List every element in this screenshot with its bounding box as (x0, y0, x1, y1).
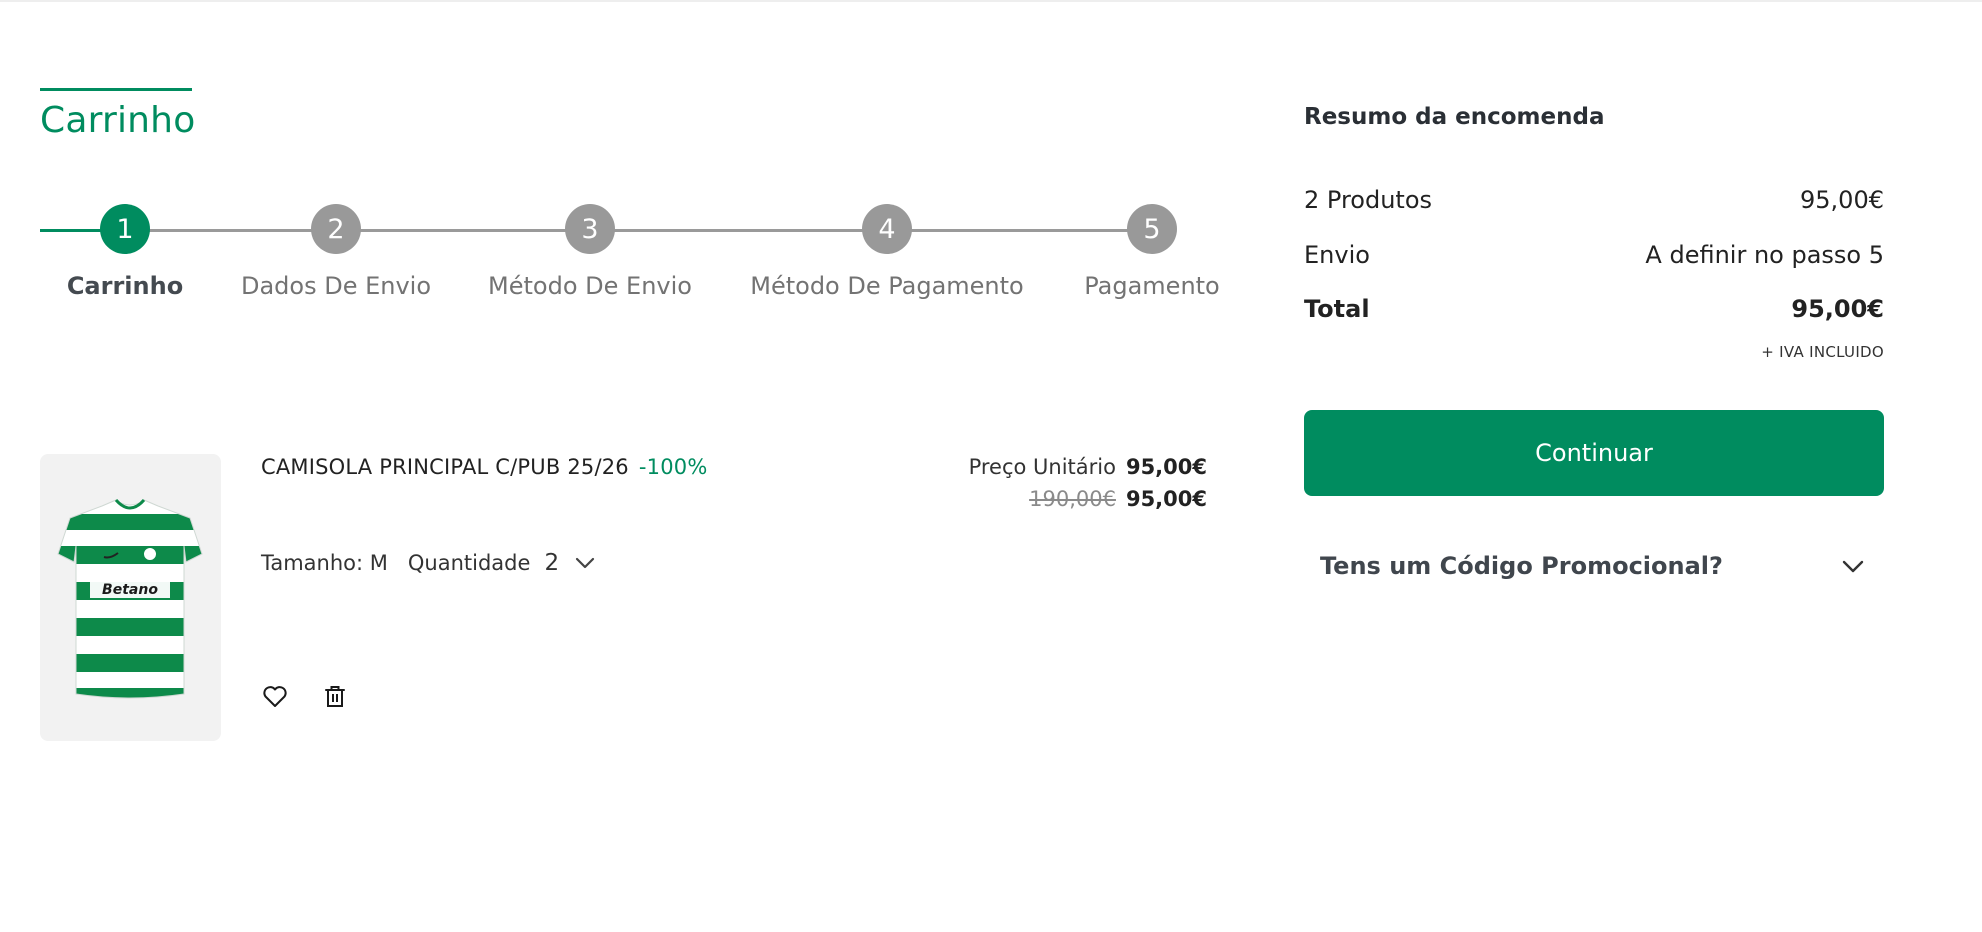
shipping-label: Envio (1304, 241, 1370, 269)
total-value: 95,00€ (1791, 295, 1884, 323)
promo-code-toggle[interactable]: Tens um Código Promocional? (1304, 538, 1884, 594)
summary-total-row: Total 95,00€ (1304, 295, 1884, 323)
top-divider (0, 0, 1982, 2)
summary-products-row: 2 Produtos 95,00€ (1304, 186, 1884, 214)
step-label: Carrinho (66, 272, 184, 300)
product-title: CAMISOLA PRINCIPAL C/PUB 25/26 (261, 455, 629, 479)
tax-note: + IVA INCLUIDO (1761, 343, 1884, 361)
size-label: Tamanho: M (261, 551, 388, 575)
step-label: Método De Pagamento (750, 272, 1024, 300)
products-subtotal: 95,00€ (1800, 186, 1884, 214)
continue-button[interactable]: Continuar (1304, 410, 1884, 496)
products-count-label: 2 Produtos (1304, 186, 1433, 214)
summary-shipping-row: Envio A definir no passo 5 (1304, 241, 1884, 269)
step-label: Pagamento (1084, 272, 1220, 300)
quantity-value[interactable]: 2 (544, 550, 559, 576)
unit-price-label: Preço Unitário (968, 455, 1116, 479)
jersey-sponsor-text: Betano (102, 582, 158, 598)
unit-price: Preço Unitário 95,00€ (969, 455, 1207, 479)
step-number: 3 (565, 204, 615, 254)
product-image[interactable]: Betano (40, 454, 221, 741)
stepper-line (125, 229, 1138, 232)
heart-icon[interactable] (261, 682, 289, 710)
product-name[interactable]: CAMISOLA PRINCIPAL C/PUB 25/26 -100% (261, 455, 708, 479)
trash-icon[interactable] (321, 682, 349, 710)
page-title: Carrinho (40, 100, 196, 141)
step-label: Método De Envio (488, 272, 692, 300)
jersey-image: Betano (57, 498, 203, 699)
step-number: 4 (862, 204, 912, 254)
chevron-down-icon[interactable] (1838, 551, 1868, 581)
summary-title: Resumo da encomenda (1304, 104, 1605, 130)
step-label: Dados De Envio (240, 272, 432, 300)
old-price: 190,00€ (1029, 487, 1116, 511)
chevron-down-icon[interactable] (573, 551, 597, 575)
step-number: 5 (1127, 204, 1177, 254)
quantity-label: Quantidade (407, 551, 531, 575)
title-underline (40, 88, 192, 91)
step-number: 1 (100, 204, 150, 254)
shipping-value: A definir no passo 5 (1645, 241, 1884, 269)
new-price: 95,00€ (1125, 487, 1207, 511)
promo-code-label: Tens um Código Promocional? (1320, 552, 1723, 580)
price-comparison: 190,00€ 95,00€ (1029, 487, 1207, 511)
discount-badge: -100% (638, 455, 708, 479)
checkout-stepper: 1 Carrinho 2 Dados De Envio 3 Método De … (40, 204, 1220, 304)
total-label: Total (1304, 295, 1370, 323)
step-number: 2 (311, 204, 361, 254)
unit-price-value: 95,00€ (1125, 455, 1207, 479)
product-options: Tamanho: M Quantidade 2 (261, 550, 597, 576)
